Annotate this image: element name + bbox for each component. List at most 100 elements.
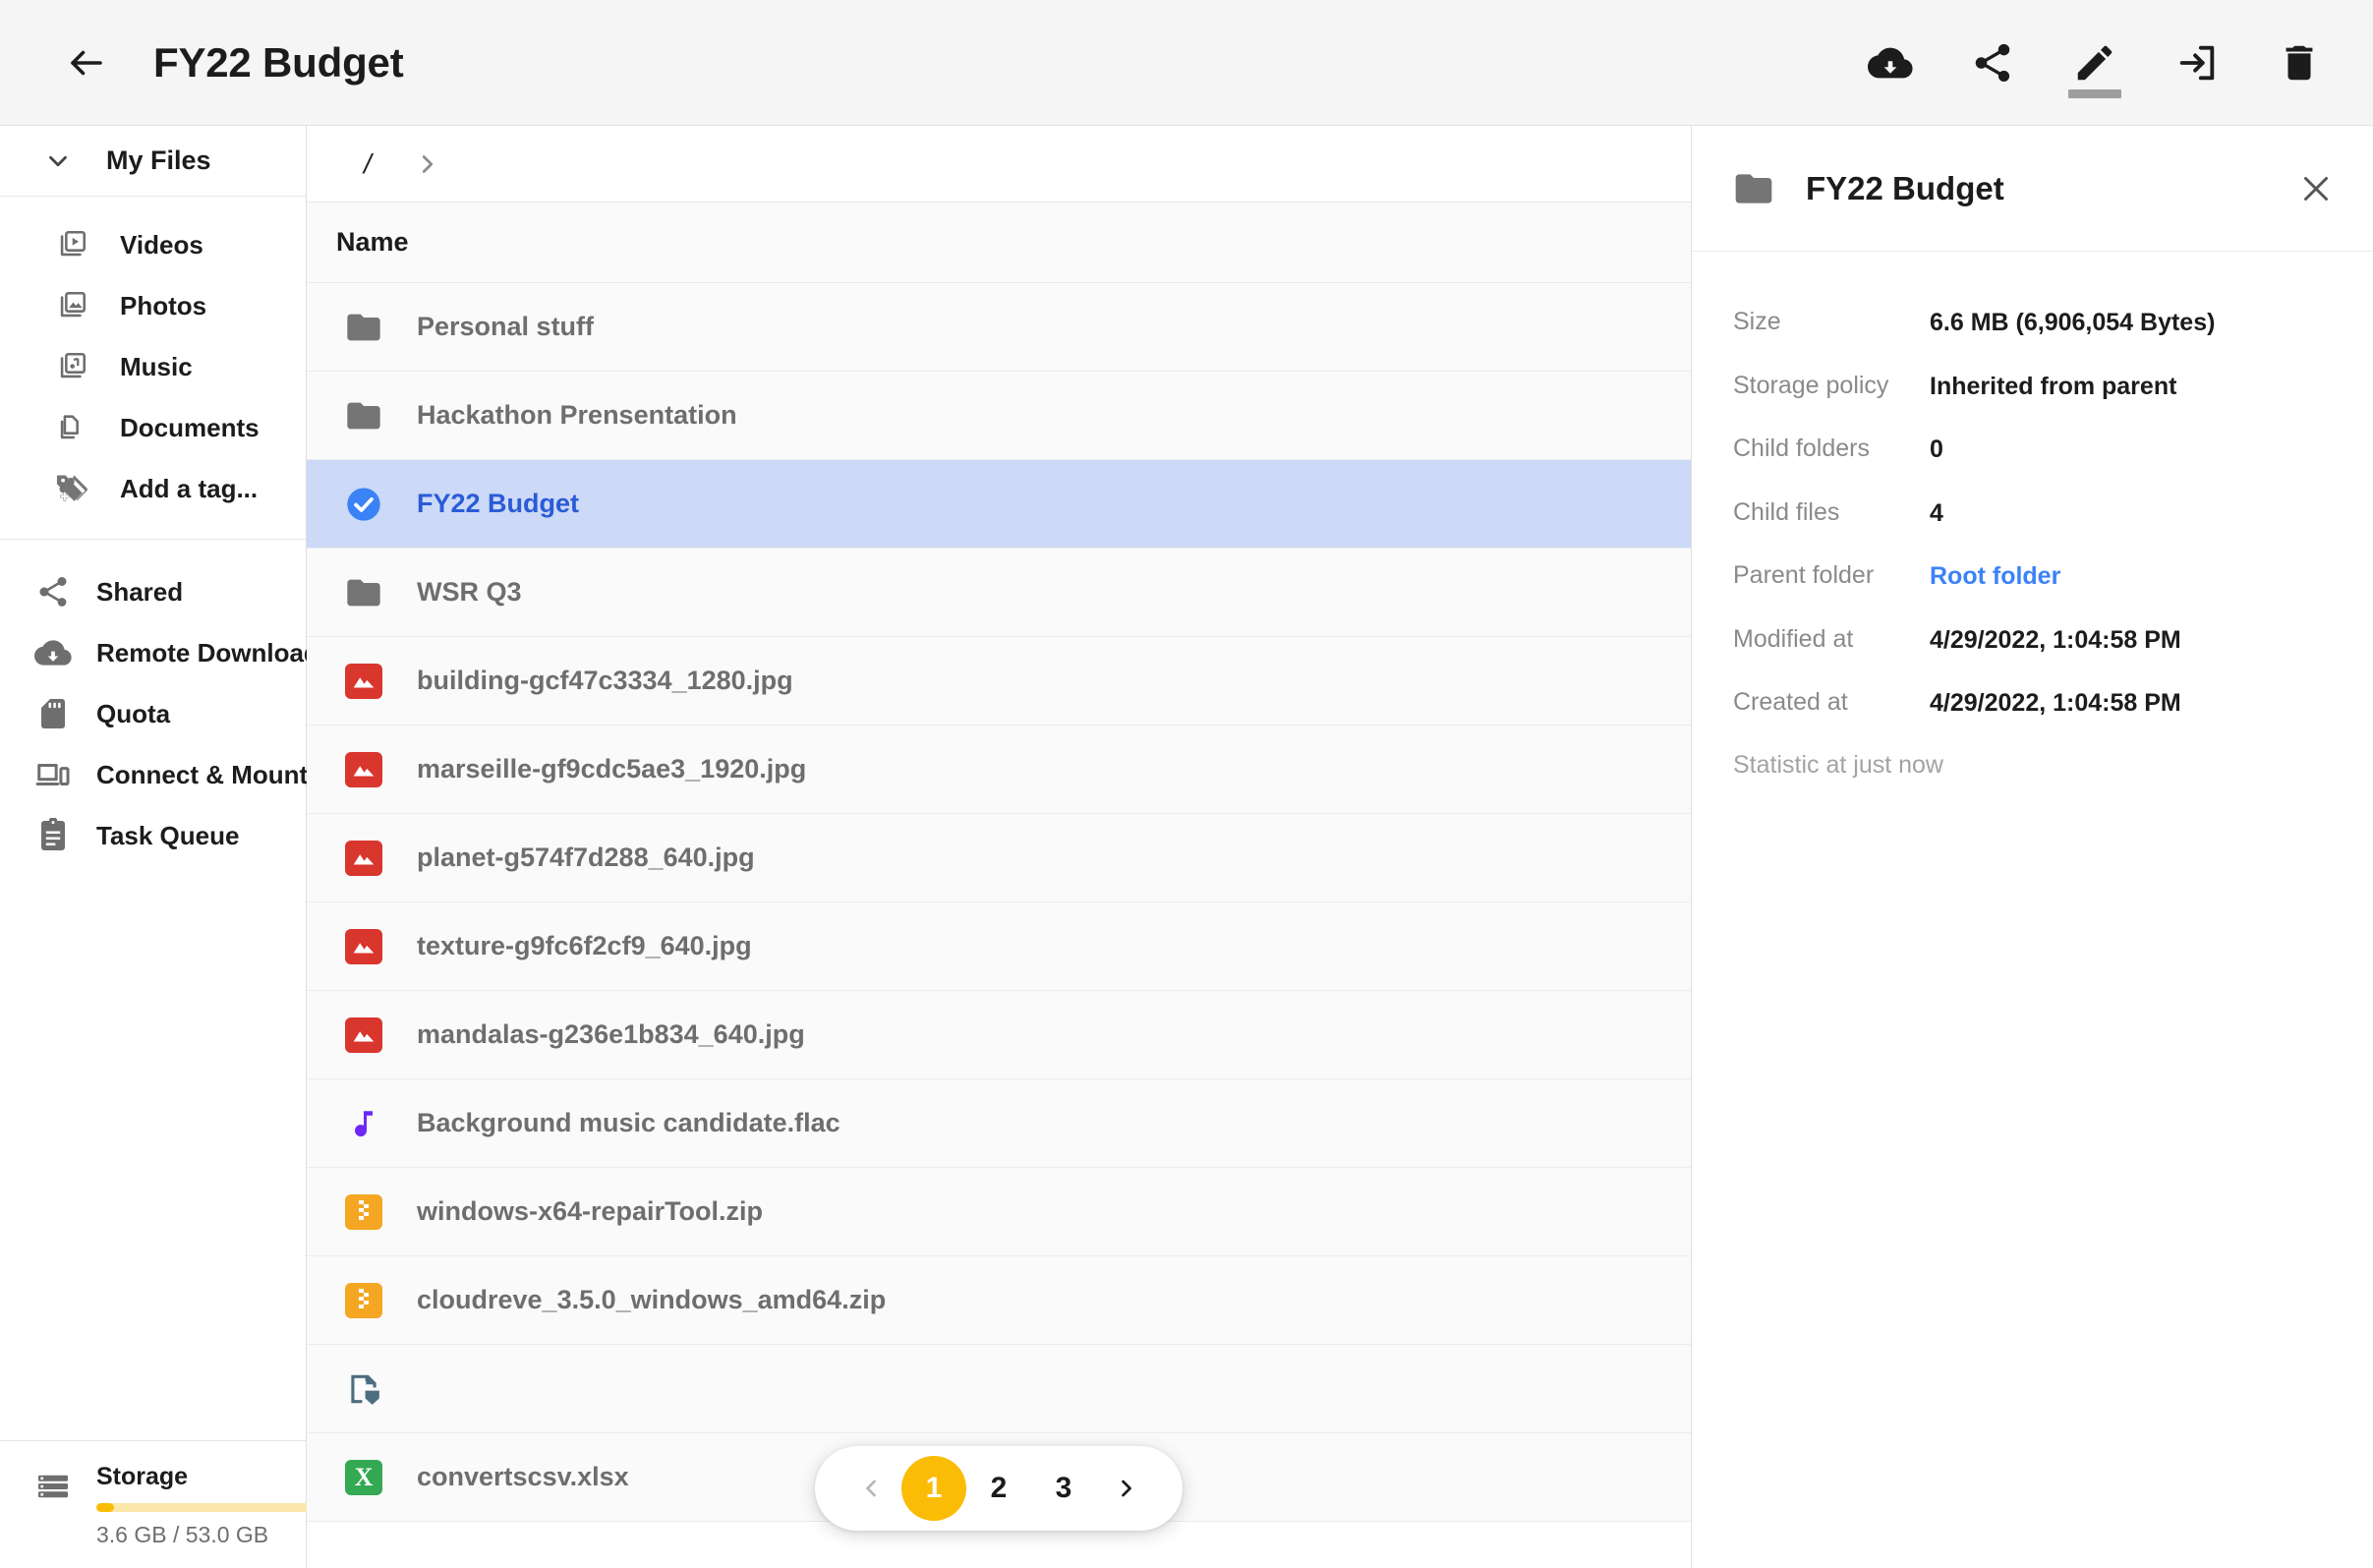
sidebar-myfiles-header[interactable]: My Files xyxy=(0,126,306,197)
file-table-header: Name xyxy=(307,203,1691,283)
folder-icon xyxy=(336,308,391,347)
edit-pencil-icon xyxy=(2077,45,2113,80)
sidebar-item-label: Task Queue xyxy=(96,820,240,850)
sidebar-item-music[interactable]: Music xyxy=(0,336,306,397)
detail-field-value: 4/29/2022, 1:04:58 PM xyxy=(1930,625,2181,654)
cloud-download-icon xyxy=(1868,47,1913,78)
excel-file-icon: X xyxy=(336,1459,391,1495)
image-file-icon xyxy=(345,751,382,787)
video-library-icon xyxy=(55,228,98,261)
file-row[interactable]: WSR Q3 xyxy=(307,549,1691,637)
rename-button[interactable] xyxy=(2064,32,2125,98)
sidebar-item-videos[interactable]: Videos xyxy=(0,214,306,275)
file-row[interactable]: Hackathon Prensentation xyxy=(307,372,1691,460)
back-button[interactable] xyxy=(57,33,116,92)
share-icon xyxy=(1975,43,2010,82)
sidebar-item-shared[interactable]: Shared xyxy=(0,561,306,622)
chevron-right-icon[interactable] xyxy=(413,149,442,179)
sidebar-item-label: Videos xyxy=(120,229,203,260)
file-name: marseille-gf9cdc5ae3_1920.jpg xyxy=(417,754,807,784)
code-file-icon xyxy=(351,1374,379,1405)
move-button[interactable] xyxy=(2167,32,2228,93)
file-row[interactable]: planet-g574f7d288_640.jpg xyxy=(307,814,1691,902)
detail-field-value: 4 xyxy=(1930,498,1943,527)
breadcrumb: / xyxy=(307,126,1691,203)
sidebar-item-add-tag[interactable]: Add a tag... xyxy=(0,458,306,519)
music-note-icon xyxy=(336,1106,391,1141)
tag-plus-icon xyxy=(55,471,98,506)
file-row[interactable]: FY22 Budget xyxy=(307,460,1691,549)
sidebar-item-label: Music xyxy=(120,351,193,381)
pagination-next-button[interactable] xyxy=(1096,1456,1157,1521)
file-name: Hackathon Prensentation xyxy=(417,400,737,430)
file-row[interactable]: windows-x64-repairTool.zip xyxy=(307,1168,1691,1256)
detail-field-link[interactable]: Root folder xyxy=(1930,560,2330,593)
close-button[interactable] xyxy=(2292,165,2340,212)
detail-field-row: Child folders 0 xyxy=(1733,434,2330,466)
image-file-icon xyxy=(345,1016,382,1053)
chevron-down-icon xyxy=(41,146,75,176)
pagination-page-1[interactable]: 1 xyxy=(901,1456,966,1521)
file-row[interactable] xyxy=(307,1345,1691,1433)
detail-statistic-note: Statistic at just now xyxy=(1733,750,1943,779)
image-file-icon xyxy=(336,1016,391,1053)
storage-progress-fill xyxy=(96,1503,115,1512)
folder-icon xyxy=(336,396,391,436)
file-name: convertscsv.xlsx xyxy=(417,1462,629,1491)
detail-field-row: Modified at 4/29/2022, 1:04:58 PM xyxy=(1733,624,2330,657)
pagination-prev-button[interactable] xyxy=(840,1456,901,1521)
folder-icon xyxy=(347,579,380,606)
image-file-icon xyxy=(345,928,382,964)
file-row[interactable]: cloudreve_3.5.0_windows_amd64.zip xyxy=(307,1256,1691,1345)
detail-panel-header: FY22 Budget xyxy=(1692,126,2373,252)
image-file-icon xyxy=(336,663,391,699)
sidebar-item-label: Add a tag... xyxy=(120,473,259,503)
file-name: windows-x64-repairTool.zip xyxy=(417,1196,764,1226)
sidebar-item-documents[interactable]: Documents xyxy=(0,397,306,458)
file-name: FY22 Budget xyxy=(417,489,580,518)
file-name: mandalas-g236e1b834_640.jpg xyxy=(417,1019,805,1049)
delete-button[interactable] xyxy=(2269,32,2330,93)
check-circle-icon[interactable] xyxy=(344,485,383,524)
photo-library-icon xyxy=(55,289,98,322)
sidebar-item-label: Shared xyxy=(96,576,184,607)
file-row[interactable]: building-gcf47c3334_1280.jpg xyxy=(307,637,1691,726)
image-file-icon xyxy=(345,663,382,699)
music-library-icon xyxy=(55,350,98,383)
detail-panel-title: FY22 Budget xyxy=(1806,169,2004,206)
sidebar-item-task-queue[interactable]: Task Queue xyxy=(0,805,306,866)
page-title: FY22 Budget xyxy=(153,38,404,86)
move-into-icon xyxy=(2179,45,2215,80)
file-name: Personal stuff xyxy=(417,312,595,341)
file-row[interactable]: mandalas-g236e1b834_640.jpg xyxy=(307,991,1691,1079)
pagination-page-3[interactable]: 3 xyxy=(1031,1456,1096,1521)
sidebar-item-quota[interactable]: Quota xyxy=(0,683,306,744)
check-circle-icon[interactable] xyxy=(336,485,391,524)
share-button[interactable] xyxy=(1962,32,2023,93)
sidebar-myfiles-label: My Files xyxy=(106,145,211,175)
storage-icon xyxy=(28,1463,79,1504)
detail-field-row: Created at 4/29/2022, 1:04:58 PM xyxy=(1733,687,2330,720)
documents-icon xyxy=(55,411,98,444)
column-header-name[interactable]: Name xyxy=(336,227,409,258)
file-row[interactable]: Background music candidate.flac xyxy=(307,1079,1691,1168)
file-row[interactable]: texture-g9fc6f2cf9_640.jpg xyxy=(307,902,1691,991)
pagination-page-2[interactable]: 2 xyxy=(966,1456,1031,1521)
breadcrumb-root[interactable]: / xyxy=(364,148,372,180)
sidebar-item-label: Quota xyxy=(96,698,171,728)
detail-field-row: Size 6.6 MB (6,906,054 Bytes) xyxy=(1733,307,2330,339)
sidebar-item-remote-download[interactable]: Remote Download xyxy=(0,622,319,683)
sidebar-item-connect-mount[interactable]: Connect & Mount xyxy=(0,744,308,805)
folder-icon xyxy=(347,402,380,429)
close-icon xyxy=(2304,176,2328,201)
sidebar-item-photos[interactable]: Photos xyxy=(0,275,306,336)
sidebar-storage[interactable]: Storage 3.6 GB / 53.0 GB xyxy=(0,1440,362,1568)
file-pane: / Name Personal stuff Hackathon Prensenta… xyxy=(307,126,1691,1568)
download-button[interactable] xyxy=(1860,32,1921,93)
excel-file-icon: X xyxy=(345,1459,382,1495)
file-row[interactable]: Personal stuff xyxy=(307,283,1691,372)
file-name: Background music candidate.flac xyxy=(417,1108,840,1137)
detail-field-key: Size xyxy=(1733,308,1781,335)
file-row[interactable]: marseille-gf9cdc5ae3_1920.jpg xyxy=(307,726,1691,814)
share-icon xyxy=(28,574,79,610)
